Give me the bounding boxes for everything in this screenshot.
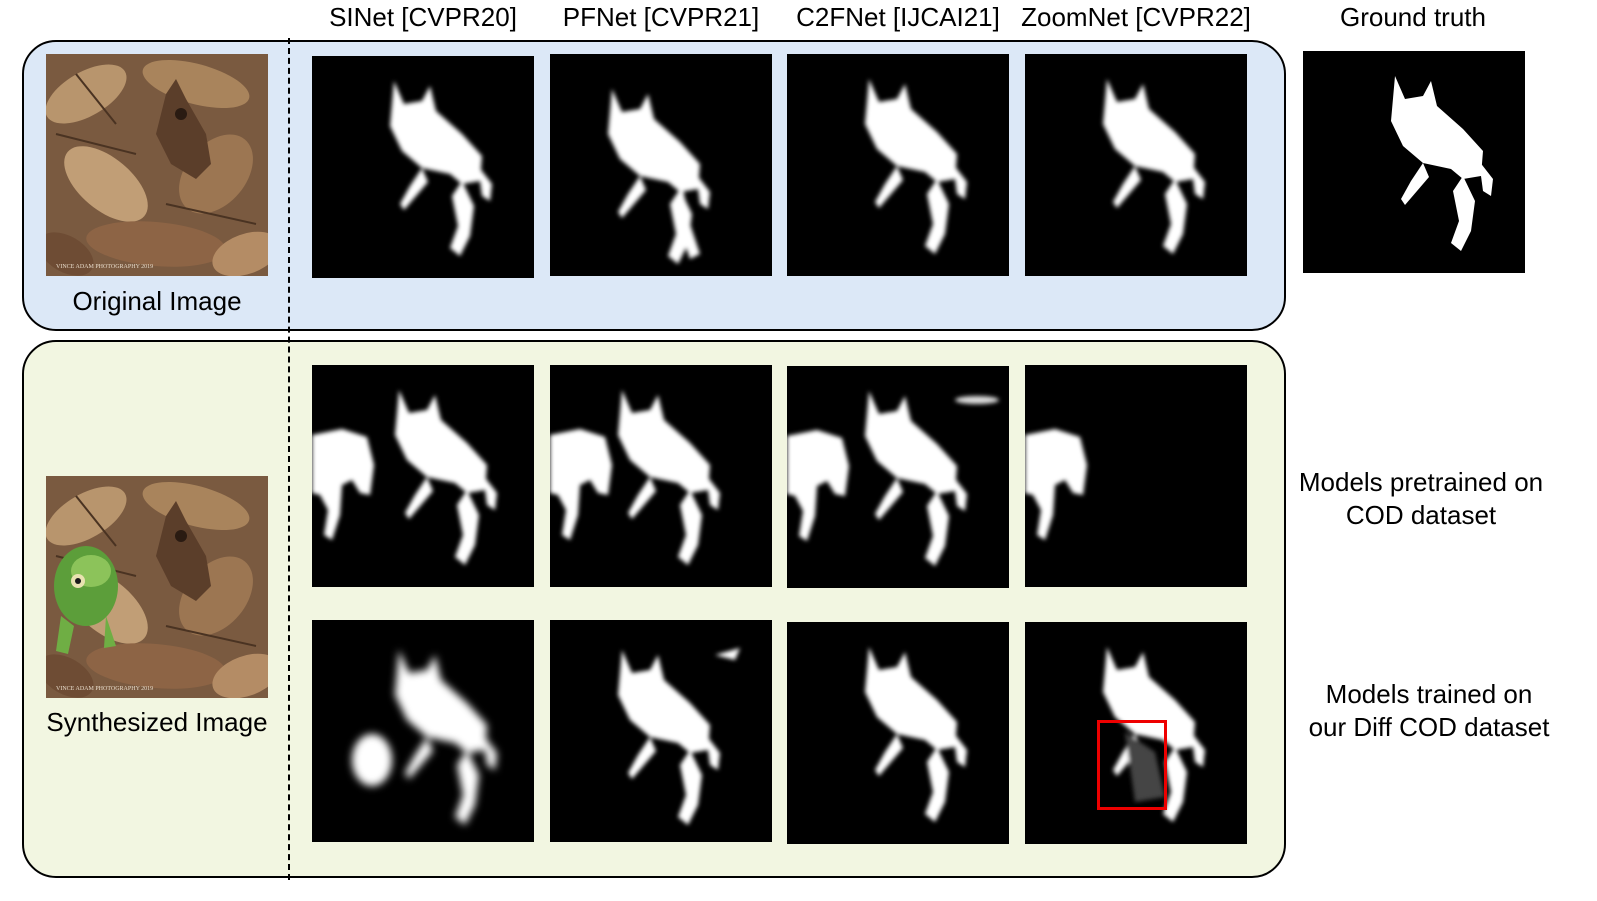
note-pretrained-line1: Models pretrained on bbox=[1298, 467, 1544, 497]
note-pretrained-line2: COD dataset bbox=[1345, 500, 1497, 530]
mask-sinet-original bbox=[312, 56, 534, 278]
mask-pfnet-original bbox=[550, 54, 772, 276]
ground-truth-mask bbox=[1303, 51, 1525, 273]
dashed-divider bbox=[288, 38, 290, 880]
mask-zoomnet-pretrained bbox=[1025, 365, 1247, 587]
mask-sinet-trained bbox=[312, 620, 534, 842]
header-c2fnet: C2FNet [IJCAI21] bbox=[796, 2, 1000, 32]
header-ground-truth: Ground truth bbox=[1340, 2, 1486, 32]
header-sinet: SINet [CVPR20] bbox=[329, 2, 517, 32]
synthesized-image: VINCE ADAM PHOTOGRAPHY 2019 bbox=[46, 476, 268, 698]
mask-pfnet-pretrained bbox=[550, 365, 772, 587]
original-image: VINCE ADAM PHOTOGRAPHY 2019 bbox=[46, 54, 268, 276]
photo-watermark-synth: VINCE ADAM PHOTOGRAPHY 2019 bbox=[56, 686, 153, 692]
header-zoomnet: ZoomNet [CVPR22] bbox=[1021, 2, 1251, 32]
note-trained: Models trained on our Diff COD dataset bbox=[1298, 678, 1560, 744]
note-trained-line2: our Diff COD dataset bbox=[1308, 712, 1550, 742]
synthesized-image-caption: Synthesized Image bbox=[46, 707, 268, 737]
mask-c2fnet-trained bbox=[787, 622, 1009, 844]
photo-watermark: VINCE ADAM PHOTOGRAPHY 2019 bbox=[56, 264, 153, 270]
mask-pfnet-trained bbox=[550, 620, 772, 842]
header-pfnet: PFNet [CVPR21] bbox=[562, 2, 760, 32]
highlight-box bbox=[1097, 720, 1167, 810]
mask-c2fnet-original bbox=[787, 54, 1009, 276]
mask-zoomnet-original bbox=[1025, 54, 1247, 276]
mask-c2fnet-pretrained bbox=[787, 366, 1009, 588]
original-image-caption: Original Image bbox=[72, 286, 242, 316]
note-pretrained: Models pretrained on COD dataset bbox=[1290, 466, 1552, 532]
mask-sinet-pretrained bbox=[312, 365, 534, 587]
note-trained-line1: Models trained on bbox=[1325, 679, 1533, 709]
